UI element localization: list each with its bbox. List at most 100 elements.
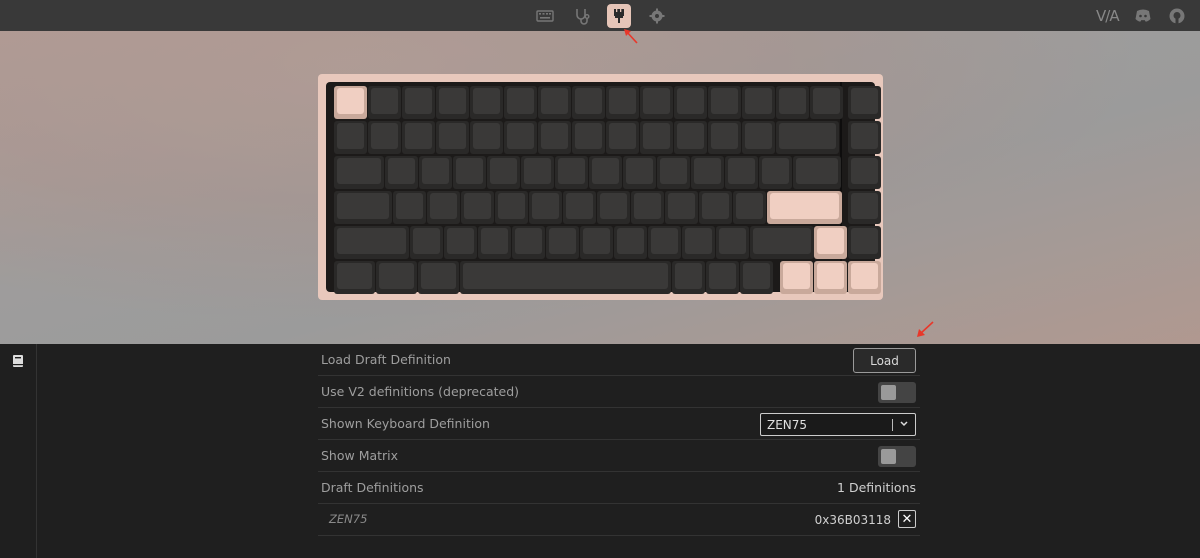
key-r0-6[interactable] bbox=[538, 86, 571, 119]
key-r4-9[interactable] bbox=[716, 226, 749, 259]
key-r0-14[interactable] bbox=[810, 86, 843, 119]
key-r4-2[interactable] bbox=[478, 226, 511, 259]
paintbrush-icon[interactable] bbox=[607, 4, 631, 28]
key-lalt[interactable] bbox=[418, 261, 459, 294]
key-r3-4[interactable] bbox=[529, 191, 562, 224]
key-r3-8[interactable] bbox=[665, 191, 698, 224]
key-r0-2[interactable] bbox=[402, 86, 435, 119]
key-r2-2[interactable] bbox=[453, 156, 486, 189]
key-r4-nav[interactable] bbox=[848, 226, 881, 259]
key-esc[interactable] bbox=[334, 86, 367, 119]
key-r1-4[interactable] bbox=[470, 121, 503, 154]
use-v2-toggle[interactable] bbox=[878, 382, 916, 403]
key-rshift[interactable] bbox=[750, 226, 814, 259]
key-r1-6[interactable] bbox=[538, 121, 571, 154]
key-r2-8[interactable] bbox=[657, 156, 690, 189]
key-r0-9[interactable] bbox=[640, 86, 673, 119]
key-r4-7[interactable] bbox=[648, 226, 681, 259]
key-r2-3[interactable] bbox=[487, 156, 520, 189]
key-r3-6[interactable] bbox=[597, 191, 630, 224]
key-r2-9[interactable] bbox=[691, 156, 724, 189]
top-nav: V/A bbox=[0, 0, 1200, 31]
key-r3-1[interactable] bbox=[427, 191, 460, 224]
key-r2-6[interactable] bbox=[589, 156, 622, 189]
draft-definitions-count: 1 Definitions bbox=[837, 480, 916, 495]
key-r4-5[interactable] bbox=[580, 226, 613, 259]
key-r2-10[interactable] bbox=[725, 156, 758, 189]
key-r3-3[interactable] bbox=[495, 191, 528, 224]
key-r4-6[interactable] bbox=[614, 226, 647, 259]
key-r2-5[interactable] bbox=[555, 156, 588, 189]
gear-icon[interactable] bbox=[645, 4, 669, 28]
key-r2-nav[interactable] bbox=[848, 156, 881, 189]
key-r1-10[interactable] bbox=[674, 121, 707, 154]
key-r4-0[interactable] bbox=[410, 226, 443, 259]
key-r1-11[interactable] bbox=[708, 121, 741, 154]
key-r0-5[interactable] bbox=[504, 86, 537, 119]
key-r1-2[interactable] bbox=[402, 121, 435, 154]
key-space[interactable] bbox=[460, 261, 671, 294]
key-lwin[interactable] bbox=[376, 261, 417, 294]
key-backspace[interactable] bbox=[776, 121, 839, 154]
github-icon[interactable] bbox=[1165, 4, 1189, 28]
key-r0-11[interactable] bbox=[708, 86, 741, 119]
key-fn[interactable] bbox=[706, 261, 739, 294]
key-r1-8[interactable] bbox=[606, 121, 639, 154]
key-r0-12[interactable] bbox=[742, 86, 775, 119]
key-r1-5[interactable] bbox=[504, 121, 537, 154]
key-r4-8[interactable] bbox=[682, 226, 715, 259]
key-r2-1[interactable] bbox=[419, 156, 452, 189]
key-r1-0[interactable] bbox=[334, 121, 367, 154]
key-r1-7[interactable] bbox=[572, 121, 605, 154]
key-r3-5[interactable] bbox=[563, 191, 596, 224]
book-icon[interactable] bbox=[11, 354, 25, 368]
key-r2-7[interactable] bbox=[623, 156, 656, 189]
key-rctrl[interactable] bbox=[740, 261, 773, 294]
key-r3-2[interactable] bbox=[461, 191, 494, 224]
key-r1-9[interactable] bbox=[640, 121, 673, 154]
key-down-arrow[interactable] bbox=[814, 261, 847, 294]
remove-draft-button[interactable]: ✕ bbox=[898, 510, 916, 528]
key-ralt[interactable] bbox=[672, 261, 705, 294]
key-backslash[interactable] bbox=[793, 156, 841, 189]
key-r3-7[interactable] bbox=[631, 191, 664, 224]
key-left-arrow[interactable] bbox=[780, 261, 813, 294]
key-r3-0[interactable] bbox=[393, 191, 426, 224]
key-enter[interactable] bbox=[767, 191, 842, 224]
stethoscope-icon[interactable] bbox=[570, 4, 594, 28]
key-r4-1[interactable] bbox=[444, 226, 477, 259]
key-r2-4[interactable] bbox=[521, 156, 554, 189]
key-r4-3[interactable] bbox=[512, 226, 545, 259]
key-r0-13[interactable] bbox=[776, 86, 809, 119]
key-r2-11[interactable] bbox=[759, 156, 792, 189]
key-r4-4[interactable] bbox=[546, 226, 579, 259]
key-r2-0[interactable] bbox=[385, 156, 418, 189]
key-r0-7[interactable] bbox=[572, 86, 605, 119]
key-tab[interactable] bbox=[334, 156, 384, 189]
key-r1-3[interactable] bbox=[436, 121, 469, 154]
key-r0-nav[interactable] bbox=[848, 86, 881, 119]
key-caps[interactable] bbox=[334, 191, 392, 224]
key-r0-8[interactable] bbox=[606, 86, 639, 119]
key-r0-10[interactable] bbox=[674, 86, 707, 119]
keyboard-icon[interactable] bbox=[533, 4, 557, 28]
load-button[interactable]: Load bbox=[853, 348, 916, 373]
draft-definitions-label: Draft Definitions bbox=[321, 480, 424, 495]
key-r3-10[interactable] bbox=[733, 191, 766, 224]
show-matrix-toggle[interactable] bbox=[878, 446, 916, 467]
key-r1-nav[interactable] bbox=[848, 121, 881, 154]
load-draft-row: Load Draft Definition Load bbox=[318, 344, 920, 376]
key-r0-4[interactable] bbox=[470, 86, 503, 119]
key-lshift[interactable] bbox=[334, 226, 409, 259]
key-r0-1[interactable] bbox=[368, 86, 401, 119]
key-lctrl[interactable] bbox=[334, 261, 375, 294]
key-r0-3[interactable] bbox=[436, 86, 469, 119]
discord-icon[interactable] bbox=[1131, 4, 1155, 28]
key-r1-12[interactable] bbox=[742, 121, 775, 154]
key-r3-9[interactable] bbox=[699, 191, 732, 224]
key-r1-1[interactable] bbox=[368, 121, 401, 154]
key-up-arrow[interactable] bbox=[814, 226, 847, 259]
key-r3-nav[interactable] bbox=[848, 191, 881, 224]
definition-select[interactable]: ZEN75 bbox=[760, 413, 916, 436]
key-right-arrow[interactable] bbox=[848, 261, 881, 294]
